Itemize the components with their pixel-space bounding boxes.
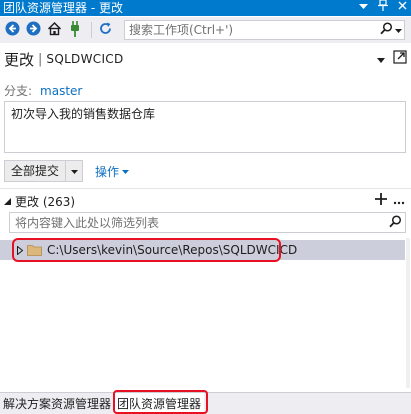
chevron-down-icon: [70, 164, 78, 178]
toolbar-separator: [91, 22, 92, 38]
forward-icon: [26, 21, 41, 39]
actions-menu-link[interactable]: 操作: [95, 163, 130, 180]
search-icon[interactable]: [380, 22, 393, 38]
home-button[interactable]: [45, 21, 63, 39]
work-item-search-input[interactable]: [125, 21, 377, 39]
changes-section-header[interactable]: 更改 (263): [0, 193, 411, 209]
changes-header-icons: [375, 193, 405, 208]
commit-actions: 全部提交 操作: [4, 160, 130, 182]
more-options-icon[interactable]: [393, 194, 405, 208]
back-button[interactable]: [3, 21, 21, 39]
bottom-tab-bar: 解决方案资源管理器 团队资源管理器: [0, 392, 411, 414]
connect-button[interactable]: [66, 20, 84, 40]
commit-all-button[interactable]: 全部提交: [5, 161, 65, 181]
page-title: 更改: [4, 50, 35, 69]
header-icons: [377, 50, 407, 67]
filter-search-icon[interactable]: [389, 215, 402, 231]
change-path: C:\Users\kevin\Source\Repos\SQLDWCICD: [47, 243, 298, 257]
home-icon: [47, 21, 62, 39]
stage-all-icon[interactable]: [375, 193, 387, 208]
actions-dropdown-icon: [122, 164, 130, 178]
repo-name: SQLDWCICD: [46, 52, 124, 66]
page-menu-dropdown-icon[interactable]: [377, 52, 385, 66]
toolbar: [0, 17, 411, 43]
tab-team-explorer[interactable]: 团队资源管理器: [114, 392, 205, 414]
open-external-icon[interactable]: [393, 50, 407, 67]
title-bar: 团队资源管理器 - 更改: [0, 0, 411, 16]
plug-icon: [69, 20, 81, 40]
expand-triangle-icon[interactable]: [17, 245, 23, 255]
commit-message-input[interactable]: 初次导入我的销售数据仓库: [4, 101, 406, 153]
page-header: 更改 | SQLDWCICD: [0, 45, 411, 73]
pin-icon[interactable]: [378, 0, 388, 17]
folder-icon: [27, 244, 42, 256]
branch-row: 分支: master: [4, 82, 82, 99]
refresh-icon: [98, 21, 113, 39]
title-divider: |: [38, 51, 43, 67]
collapse-triangle-icon[interactable]: [4, 194, 11, 208]
commit-options-dropdown[interactable]: [65, 161, 82, 181]
back-icon: [5, 21, 20, 39]
window-title: 团队资源管理器 - 更改: [3, 1, 123, 15]
dropdown-arrow-icon[interactable]: [359, 0, 368, 16]
work-item-search: [124, 20, 405, 40]
changes-filter: [9, 212, 406, 233]
title-bar-icons: [359, 0, 407, 16]
refresh-button[interactable]: [96, 21, 114, 39]
list-item[interactable]: C:\Users\kevin\Source\Repos\SQLDWCICD: [0, 240, 405, 260]
close-icon[interactable]: [398, 0, 407, 16]
list-scrollbar[interactable]: [406, 238, 410, 388]
section-divider: [0, 188, 411, 189]
actions-label: 操作: [95, 164, 120, 179]
changes-filter-input[interactable]: [10, 213, 380, 232]
changes-title: 更改 (263): [15, 194, 76, 209]
commit-all-split-button: 全部提交: [4, 160, 84, 182]
branch-link[interactable]: master: [40, 84, 82, 98]
search-icons: [380, 22, 402, 38]
branch-label: 分支:: [4, 84, 33, 98]
forward-button[interactable]: [24, 21, 42, 39]
tab-solution-explorer[interactable]: 解决方案资源管理器: [0, 393, 114, 414]
search-dropdown-icon[interactable]: [395, 23, 402, 37]
